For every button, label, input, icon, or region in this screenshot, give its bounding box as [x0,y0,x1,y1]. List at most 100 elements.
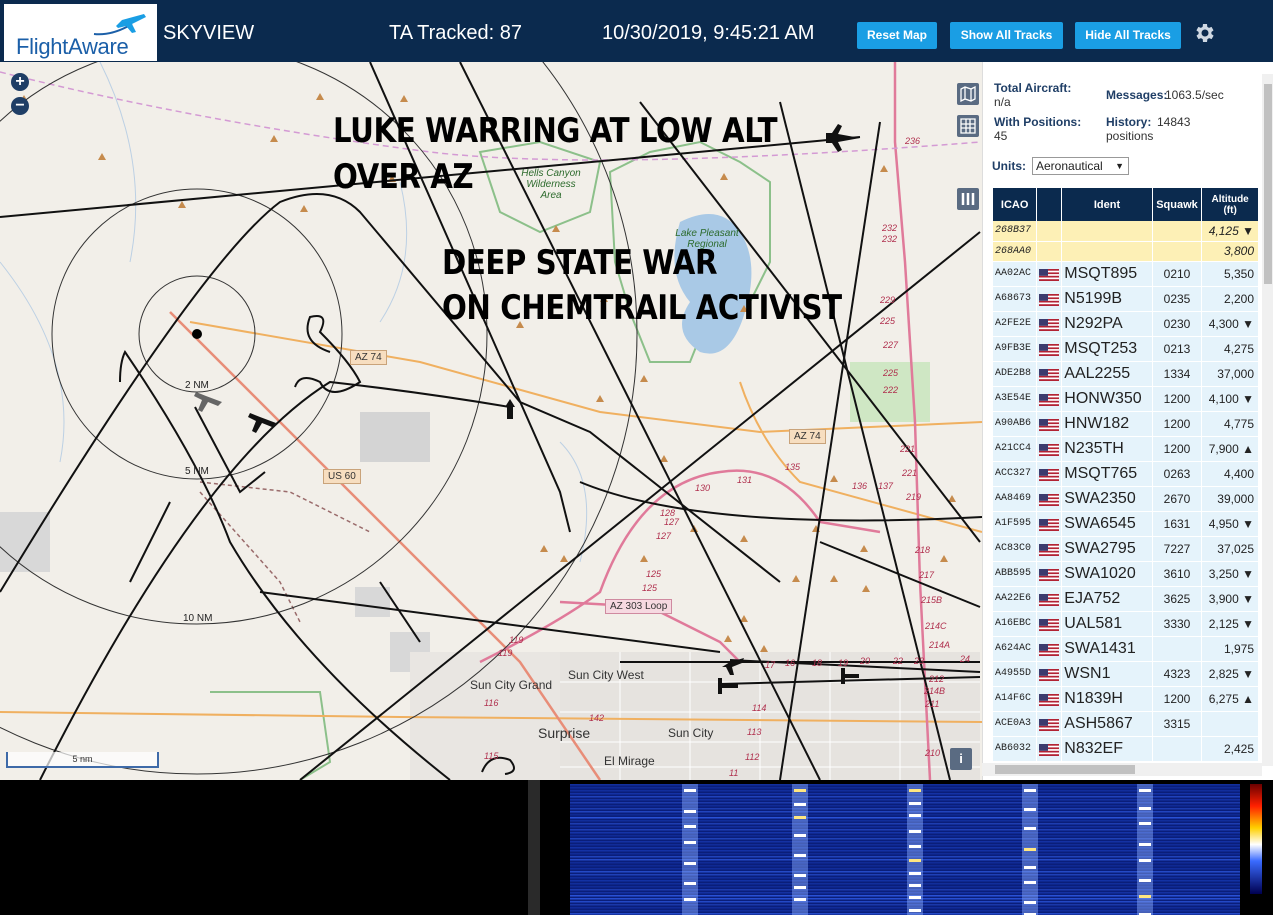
cell-squawk: 2670 [1152,486,1203,512]
cell-ident: MSQT765 [1061,461,1153,487]
route-number: 23 [914,656,925,666]
cell-squawk: 1334 [1152,361,1203,387]
zoom-in-button[interactable]: + [11,73,29,91]
cell-altitude: 1,975 [1201,636,1259,662]
table-row[interactable]: A90AB6 HNW182 1200 4,775 [993,411,1259,437]
cell-icao: A14F6C [993,686,1038,712]
cell-flag [1036,336,1063,362]
cell-altitude: 4,775 [1201,411,1259,437]
cell-altitude [1201,711,1259,737]
cell-altitude: 4,950 ▼ [1201,511,1259,537]
columns-icon[interactable] [957,188,979,210]
cell-altitude: 7,900 ▲ [1201,436,1259,462]
cell-ident: AAL2255 [1061,361,1153,387]
cell-squawk [1152,241,1203,262]
zoom-out-button[interactable]: − [11,97,29,115]
cell-flag [1036,221,1063,242]
table-row[interactable]: 268B37 4,125 ▼ [993,221,1259,242]
column-header-ident[interactable]: Ident [1061,188,1153,221]
table-row[interactable]: ACC327 MSQT765 0263 4,400 [993,461,1259,487]
table-row[interactable]: A16EBC UAL581 3330 2,125 ▼ [993,611,1259,637]
cell-icao: 268AA0 [993,241,1038,262]
us-flag-icon [1039,268,1060,281]
messages-value: 1063.5/sec [1165,88,1224,102]
route-number: 24 [960,654,971,664]
map-canvas[interactable] [0,62,982,780]
grid-icon[interactable] [957,115,979,137]
us-flag-icon [1039,393,1060,406]
info-icon[interactable]: i [950,748,972,770]
chevron-down-icon: ▼ [1115,161,1124,171]
route-number: 214C [925,621,947,631]
us-flag-icon [1039,593,1060,606]
ring-label-5nm: 5 NM [185,466,209,477]
history-unit: positions [1106,129,1154,143]
table-row[interactable]: AB6032 N832EF 2,425 [993,736,1259,762]
table-row[interactable]: ACE0A3 ASH5867 3315 [993,711,1259,737]
table-row[interactable]: ADE2B8 AAL2255 1334 37,000 [993,361,1259,387]
cell-altitude: 2,825 ▼ [1201,661,1259,687]
column-header-altitude[interactable]: Altitude (ft) [1201,188,1259,221]
horizontal-scrollbar-thumb[interactable] [995,765,1135,774]
table-row[interactable]: A9FB3E MSQT253 0213 4,275 [993,336,1259,362]
us-flag-icon [1039,493,1060,506]
route-number: 227 [883,340,899,350]
reset-map-button[interactable]: Reset Map [857,22,937,49]
cell-altitude: 2,425 [1201,736,1259,762]
top-header: FlightAware SKYVIEW TA Tracked: 87 10/30… [0,0,1273,62]
cell-icao: ACC327 [993,461,1038,487]
table-row[interactable]: AA8469 SWA2350 2670 39,000 [993,486,1259,512]
table-row[interactable]: A21CC4 N235TH 1200 7,900 ▲ [993,436,1259,462]
vertical-scrollbar-thumb[interactable] [1264,84,1272,284]
table-row[interactable]: AA02AC MSQT895 0210 5,350 [993,261,1259,287]
show-all-tracks-button[interactable]: Show All Tracks [950,22,1063,49]
route-number: 225 [883,368,899,378]
cell-squawk: 3625 [1152,586,1203,612]
cell-ident: SWA2795 [1061,536,1153,562]
us-flag-icon [1039,293,1060,306]
table-row[interactable]: A68673 N5199B 0235 2,200 [993,286,1259,312]
cell-altitude: 2,125 ▼ [1201,611,1259,637]
cell-squawk: 1631 [1152,511,1203,537]
panel-divider[interactable] [528,780,540,915]
flightaware-logo[interactable]: FlightAware [4,4,157,61]
table-row[interactable]: AA22E6 EJA752 3625 3,900 ▼ [993,586,1259,612]
column-header-squawk[interactable]: Squawk [1152,188,1203,221]
route-number: 135 [785,462,801,472]
table-row[interactable]: A3E54E HONW350 1200 4,100 ▼ [993,386,1259,412]
table-row[interactable]: AC83C0 SWA2795 7227 37,025 [993,536,1259,562]
cell-flag [1036,511,1063,537]
us-flag-icon [1039,743,1060,756]
cell-altitude: 37,025 [1201,536,1259,562]
gear-icon[interactable] [1192,21,1216,45]
table-row[interactable]: 268AA0 3,800 [993,241,1259,262]
map-view[interactable]: + − LUKE WARRING AT LOW ALT OVER AZ DEEP… [0,62,982,780]
table-row[interactable]: A624AC SWA1431 1,975 [993,636,1259,662]
route-number: 119 [509,635,524,645]
units-select[interactable]: Aeronautical ▼ [1032,157,1129,175]
table-row[interactable]: A14F6C N1839H 1200 6,275 ▲ [993,686,1259,712]
column-header-icao[interactable]: ICAO [993,188,1038,221]
column-header-flag[interactable] [1036,188,1063,221]
messages-label: Messages: [1106,88,1168,102]
cell-icao: AA02AC [993,261,1038,287]
table-row[interactable]: A2FE2E N292PA 0230 4,300 ▼ [993,311,1259,337]
cell-ident: UAL581 [1061,611,1153,637]
cell-squawk: 1200 [1152,686,1203,712]
route-number: 210 [925,748,941,758]
route-number: 232 [882,223,898,233]
route-number: 214B [924,686,946,696]
table-row[interactable]: A1F595 SWA6545 1631 4,950 ▼ [993,511,1259,537]
map-layers-icon[interactable] [957,83,979,105]
total-aircraft-label: Total Aircraft: [994,81,1072,95]
us-flag-icon [1039,568,1060,581]
table-row[interactable]: ABB595 SWA1020 3610 3,250 ▼ [993,561,1259,587]
hide-all-tracks-button[interactable]: Hide All Tracks [1075,22,1181,49]
hells-canyon-label: Hells Canyon Wilderness Area [521,168,581,201]
table-row[interactable]: A4955D WSN1 4323 2,825 ▼ [993,661,1259,687]
place-el-mirage: El Mirage [604,754,655,768]
aircraft-table: ICAO Ident Squawk Altitude (ft) 268B37 4,… [993,188,1259,762]
cell-flag [1036,261,1063,287]
logo-text: FlightAware [16,34,129,59]
route-number: 11 [729,768,739,778]
